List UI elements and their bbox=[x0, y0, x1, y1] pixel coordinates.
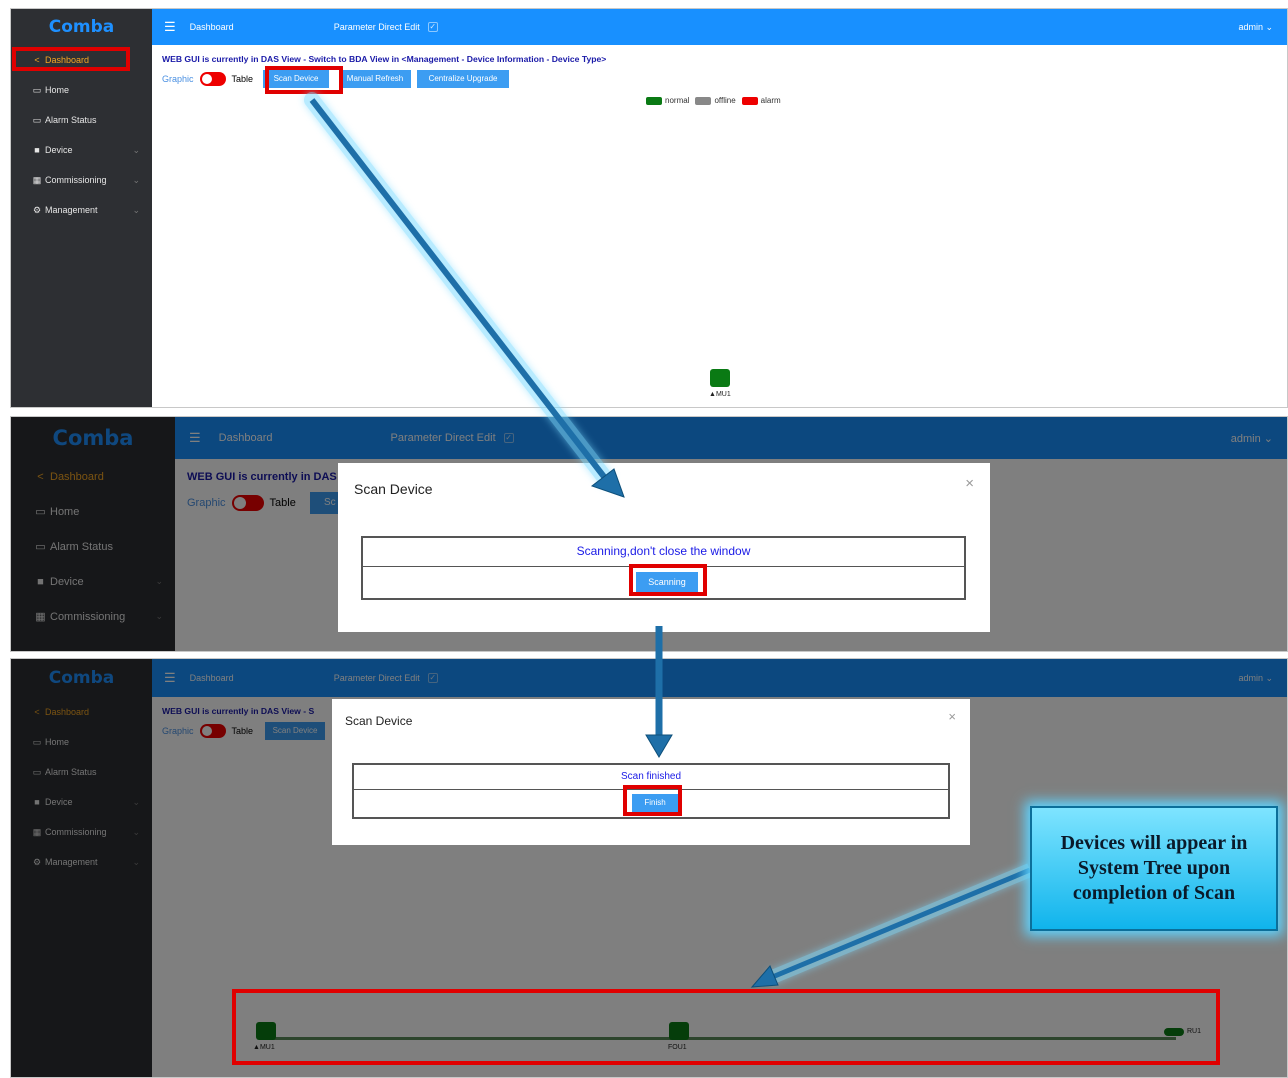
scanning-message: Scanning,don't close the window bbox=[363, 538, 964, 567]
sidebar-item-label: Management bbox=[45, 205, 98, 215]
scan-finished-dialog: Scan Device × Scan finished Finish bbox=[332, 699, 970, 845]
sidebar-item-label: Device bbox=[45, 145, 73, 155]
sidebar-item-device[interactable]: ■ Device ⌄ bbox=[11, 135, 152, 165]
highlight-finish-button bbox=[623, 785, 682, 816]
parameter-direct-edit-label: Parameter Direct Edit bbox=[333, 22, 420, 32]
graphic-label: Graphic bbox=[162, 74, 194, 84]
das-view-notice: WEB GUI is currently in DAS View - Switc… bbox=[162, 54, 607, 64]
close-icon[interactable]: × bbox=[965, 475, 974, 492]
comba-logo: Comba bbox=[48, 17, 115, 37]
user-name: admin bbox=[1238, 21, 1263, 32]
mu1-node[interactable] bbox=[710, 369, 730, 387]
highlight-scan-device-button bbox=[265, 66, 343, 94]
sidebar-item-label: Alarm Status bbox=[45, 115, 97, 125]
legend-normal-swatch bbox=[646, 96, 662, 105]
view-toggle[interactable] bbox=[199, 72, 226, 86]
header-title: Dashboard bbox=[189, 22, 234, 32]
chevron-down-icon: ⌄ bbox=[132, 144, 140, 155]
mu1-label: ▲MU1 bbox=[709, 391, 731, 398]
legend-offline-label: offline bbox=[714, 96, 736, 105]
highlight-dashboard bbox=[12, 47, 130, 71]
centralize-upgrade-button[interactable]: Centralize Upgrade bbox=[417, 70, 510, 88]
sidebar-item-commissioning[interactable]: ▦Commissioning ⌄ bbox=[11, 165, 152, 195]
menu-toggle-icon[interactable]: ☰ bbox=[164, 19, 176, 35]
dialog-title: Scan Device bbox=[345, 714, 413, 728]
gear-icon: ⚙ bbox=[32, 204, 42, 215]
admin-menu[interactable]: admin ⌄ bbox=[1238, 22, 1273, 33]
scanning-panel: Comba <Dashboard ▭Home ▭Alarm Status ■De… bbox=[10, 416, 1288, 652]
manual-refresh-button[interactable]: Manual Refresh bbox=[339, 70, 412, 88]
sidebar-item-label: Home bbox=[45, 85, 70, 95]
sidebar-item-alarm-status[interactable]: ▭Alarm Status bbox=[11, 105, 152, 135]
monitor-icon: ▭ bbox=[32, 84, 42, 95]
status-legend: normal offline alarm bbox=[640, 96, 781, 105]
legend-alarm-label: alarm bbox=[760, 96, 781, 105]
dashboard-panel-before-scan: Comba < Dashboard ▭ Home ▭ Alarm Status ■ De… bbox=[10, 8, 1288, 408]
legend-offline-swatch bbox=[695, 96, 712, 105]
top-bar: ☰ Dashboard Parameter Direct Edit ✓ admi… bbox=[152, 9, 1287, 45]
sidebar-item-management[interactable]: ⚙Management ⌄ bbox=[11, 195, 152, 225]
scan-device-dialog: Scan Device × Scanning,don't close the w… bbox=[338, 463, 990, 632]
table-label: Table bbox=[231, 74, 254, 84]
dialog-title: Scan Device bbox=[354, 481, 433, 497]
alarm-monitor-icon: ▭ bbox=[32, 114, 42, 125]
toggle-knob bbox=[201, 74, 212, 84]
close-icon[interactable]: × bbox=[948, 709, 956, 724]
sidebar-item-label: Commissioning bbox=[45, 175, 107, 185]
parameter-direct-edit-checkbox[interactable]: ✓ bbox=[427, 22, 438, 32]
sidebar-item-home[interactable]: ▭Home bbox=[11, 75, 152, 105]
dashboard-content: WEB GUI is currently in DAS View - Switc… bbox=[152, 45, 1287, 407]
chevron-down-icon: ⌄ bbox=[132, 204, 140, 215]
chevron-down-icon: ⌄ bbox=[132, 174, 140, 185]
callout-text: Devices will appear in System Tree upon … bbox=[1060, 832, 1248, 904]
highlight-scanning-button bbox=[629, 564, 707, 596]
callout-system-tree-note: Devices will appear in System Tree upon … bbox=[1030, 806, 1278, 931]
highlight-system-tree bbox=[232, 989, 1220, 1065]
grid-icon: ▦ bbox=[32, 174, 42, 185]
device-icon: ■ bbox=[34, 145, 40, 155]
legend-normal-label: normal bbox=[665, 96, 690, 105]
legend-alarm-swatch bbox=[741, 96, 758, 105]
mu1-text: MU1 bbox=[715, 391, 731, 398]
